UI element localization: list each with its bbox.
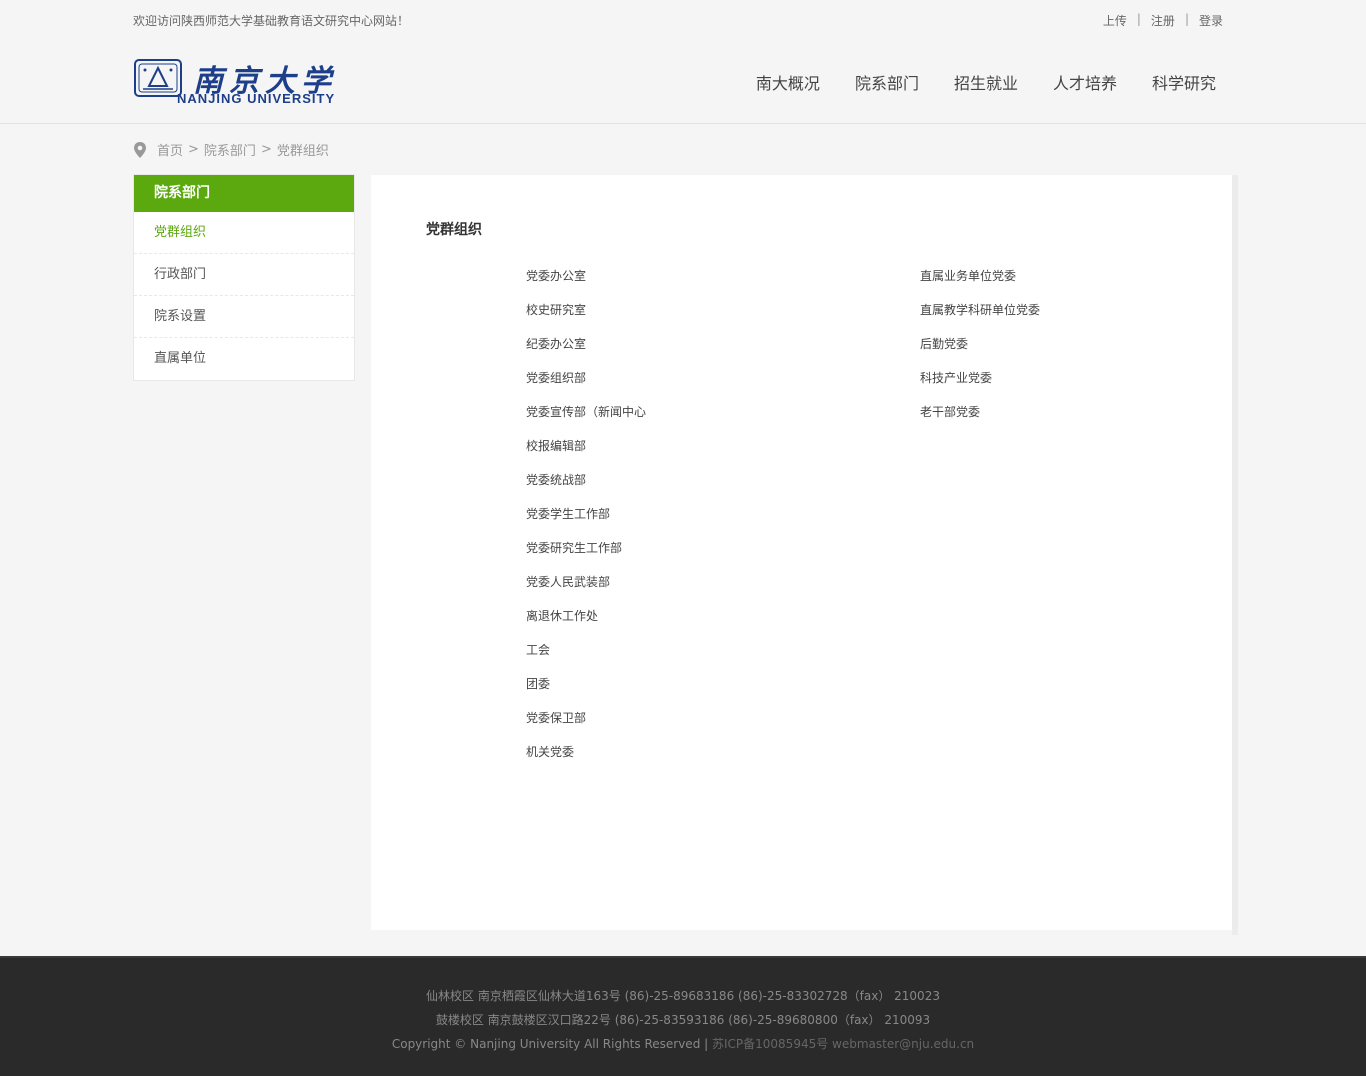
org-link[interactable]: 直属业务单位党委: [920, 267, 1040, 301]
sidebar: 院系部门 党群组织 行政部门 院系设置 直属单位: [133, 174, 355, 381]
org-link[interactable]: 党委宣传部（新闻中心: [526, 403, 646, 437]
right-link-column: 直属业务单位党委 直属教学科研单位党委 后勤党委 科技产业党委 老干部党委: [920, 267, 1040, 437]
content-shadow: [1232, 175, 1238, 935]
org-link[interactable]: 党委统战部: [526, 471, 646, 505]
welcome-text: 欢迎访问陕西师范大学基础教育语文研究中心网站！: [133, 14, 410, 28]
breadcrumb-current[interactable]: 党群组织: [277, 140, 329, 159]
breadcrumb-arrow: >: [188, 142, 199, 157]
university-logo[interactable]: 南京大学 NANJING UNIVERSITY: [133, 56, 389, 108]
icp-link[interactable]: 苏ICP备10085945号: [712, 1037, 828, 1051]
footer-xianlin-address: 仙林校区 南京栖霞区仙林大道163号 (86)-25-89683186 (86)…: [426, 989, 940, 1003]
location-pin-icon: [134, 141, 146, 158]
breadcrumb-arrow: >: [260, 142, 272, 157]
breadcrumb-home[interactable]: 首页: [157, 140, 183, 159]
sidebar-item-schools[interactable]: 院系设置: [134, 296, 354, 338]
nav-item-admissions[interactable]: 招生就业: [954, 70, 1018, 94]
org-link[interactable]: 团委: [526, 675, 646, 709]
org-link[interactable]: 科技产业党委: [920, 369, 1040, 403]
org-link[interactable]: 党委研究生工作部: [526, 539, 646, 573]
webmaster-email-link[interactable]: webmaster@nju.edu.cn: [828, 1037, 974, 1051]
sidebar-item-affiliated-units[interactable]: 直属单位: [134, 338, 354, 380]
nav-item-education[interactable]: 人才培养: [1053, 70, 1117, 94]
org-link[interactable]: 校史研究室: [526, 301, 646, 335]
left-link-column: 党委办公室 校史研究室 纪委办公室 党委组织部 党委宣传部（新闻中心 校报编辑部…: [526, 267, 646, 777]
university-emblem-icon: [134, 59, 182, 97]
nav-item-research[interactable]: 科学研究: [1152, 70, 1216, 94]
upload-link[interactable]: 上传: [1103, 12, 1127, 29]
logo-english-name: NANJING UNIVERSITY: [177, 91, 336, 106]
org-link[interactable]: 纪委办公室: [526, 335, 646, 369]
top-links: 上传 | 注册 | 登录: [1103, 12, 1223, 29]
org-link[interactable]: 党委人民武装部: [526, 573, 646, 607]
org-link[interactable]: 党委组织部: [526, 369, 646, 403]
main-nav: 南大概况 院系部门 招生就业 人才培养 科学研究: [721, 70, 1216, 94]
separator: |: [1136, 12, 1141, 26]
footer-copyright: Copyright © Nanjing University All Right…: [0, 1032, 1366, 1056]
org-link[interactable]: 后勤党委: [920, 335, 1040, 369]
breadcrumb-departments[interactable]: 院系部门: [204, 140, 256, 159]
site-header: 南京大学 NANJING UNIVERSITY 南大概况 院系部门 招生就业 人…: [0, 40, 1366, 124]
org-link[interactable]: 校报编辑部: [526, 437, 646, 471]
org-link[interactable]: 离退休工作处: [526, 607, 646, 641]
content-title: 党群组织: [426, 222, 482, 238]
site-footer: 仙林校区 南京栖霞区仙林大道163号 (86)-25-89683186 (86)…: [0, 956, 1366, 1076]
sidebar-item-admin-depts[interactable]: 行政部门: [134, 254, 354, 296]
register-link[interactable]: 注册: [1151, 12, 1175, 29]
content-panel: 党群组织 党委办公室 校史研究室 纪委办公室 党委组织部 党委宣传部（新闻中心 …: [371, 175, 1232, 930]
copyright-text: Copyright © Nanjing University All Right…: [391, 1037, 712, 1051]
login-link[interactable]: 登录: [1199, 12, 1223, 29]
footer-gulou-address: 鼓楼校区 南京鼓楼区汉口路22号 (86)-25-83593186 (86)-2…: [435, 1013, 931, 1027]
org-link[interactable]: 党委学生工作部: [526, 505, 646, 539]
nav-item-overview[interactable]: 南大概况: [756, 70, 820, 94]
top-bar: 欢迎访问陕西师范大学基础教育语文研究中心网站！ 上传 | 注册 | 登录: [0, 0, 1366, 40]
org-link[interactable]: 机关党委: [526, 743, 646, 777]
org-link[interactable]: 党委办公室: [526, 267, 646, 301]
org-link[interactable]: 党委保卫部: [526, 709, 646, 743]
sidebar-title: 院系部门: [134, 175, 354, 212]
org-link[interactable]: 工会: [526, 641, 646, 675]
org-link[interactable]: 老干部党委: [920, 403, 1040, 437]
nav-item-departments[interactable]: 院系部门: [855, 70, 919, 94]
sidebar-item-party-orgs[interactable]: 党群组织: [134, 212, 354, 254]
separator: |: [1184, 12, 1189, 26]
org-link[interactable]: 直属教学科研单位党委: [920, 301, 1040, 335]
breadcrumb: 首页 > 院系部门 > 党群组织: [133, 140, 329, 159]
